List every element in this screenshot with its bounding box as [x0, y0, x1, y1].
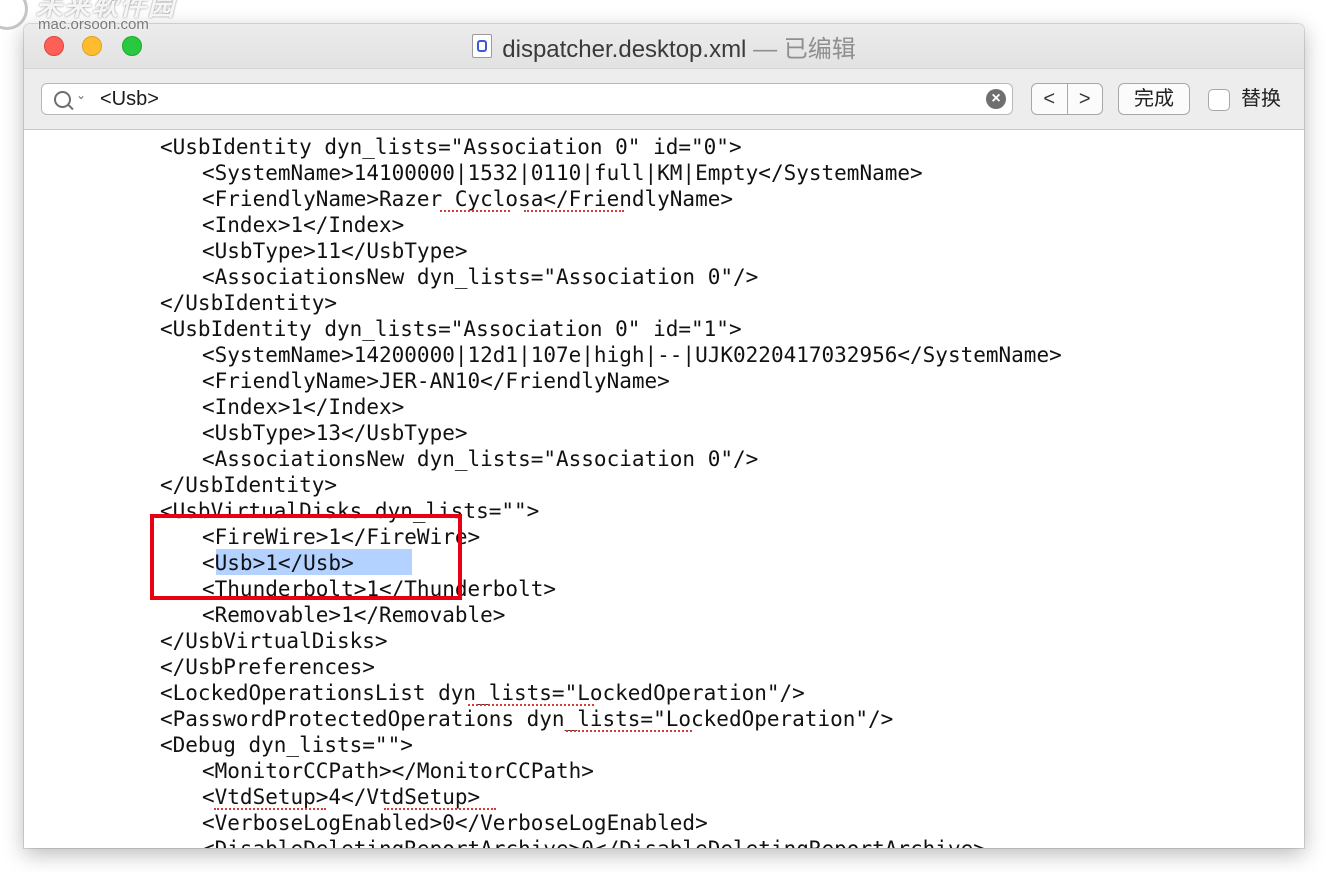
- code-line: <MonitorCCPath></MonitorCCPath>: [202, 759, 594, 783]
- code-line: <VerboseLogEnabled>0</VerboseLogEnabled>: [202, 811, 708, 835]
- spellcheck-underline: [440, 208, 510, 212]
- code-line: <SystemName>14200000|12d1|107e|high|--|U…: [202, 343, 1062, 367]
- done-button[interactable]: 完成: [1118, 83, 1190, 115]
- title-bar[interactable]: dispatcher.desktop.xml — 已编辑: [24, 24, 1304, 68]
- search-options-chevron-icon[interactable]: ⌄: [76, 88, 86, 102]
- spellcheck-underline: [524, 208, 624, 212]
- code-line: <UsbType>13</UsbType>: [202, 421, 468, 445]
- watermark-url: mac.orsoon.com: [38, 16, 149, 33]
- code-line: </UsbIdentity>: [160, 291, 338, 315]
- xml-document-icon[interactable]: [472, 34, 493, 58]
- spellcheck-underline: [214, 806, 326, 810]
- code-line: <SystemName>14100000|1532|0110|full|KM|E…: [202, 161, 923, 185]
- code-line: <UsbType>11</UsbType>: [202, 239, 468, 263]
- code-line: </UsbVirtualDisks>: [160, 629, 388, 653]
- code-line: <PasswordProtectedOperations dyn_lists="…: [160, 707, 894, 731]
- match-navigation: < >: [1031, 83, 1103, 115]
- search-input[interactable]: <Usb>: [100, 84, 159, 114]
- code-line: <Index>1</Index>: [202, 395, 405, 419]
- code-line: <UsbIdentity dyn_lists="Association 0" i…: [160, 317, 742, 341]
- search-field[interactable]: ⌄ <Usb> ×: [41, 83, 1013, 115]
- next-match-button[interactable]: >: [1068, 84, 1103, 114]
- code-line: </UsbIdentity>: [160, 473, 338, 497]
- code-line: <AssociationsNew dyn_lists="Association …: [202, 265, 759, 289]
- find-bar: ⌄ <Usb> × < > 完成 替换: [24, 68, 1304, 130]
- code-line: <DisableDeletingReportArchive>0</Disable…: [202, 836, 986, 848]
- code-line: <Index>1</Index>: [202, 213, 405, 237]
- spellcheck-underline: [566, 728, 692, 732]
- watermark-logo-icon: [0, 0, 28, 30]
- code-line: <Removable>1</Removable>: [202, 603, 506, 627]
- window-title-group: dispatcher.desktop.xml — 已编辑: [24, 32, 1304, 63]
- code-line: <FriendlyName>JER-AN10</FriendlyName>: [202, 369, 670, 393]
- search-icon[interactable]: [54, 91, 71, 108]
- window-title: dispatcher.desktop.xml — 已编辑: [502, 29, 855, 64]
- spellcheck-underline: [468, 702, 594, 706]
- replace-label: 替换: [1241, 88, 1281, 110]
- watermark: 未来软件园 mac.orsoon.com: [0, 0, 216, 46]
- clear-search-icon[interactable]: ×: [986, 89, 1006, 109]
- edited-status: — 已编辑: [753, 35, 856, 63]
- text-editor-area[interactable]: <UsbIdentity dyn_lists="Association 0" i…: [24, 130, 1304, 848]
- spellcheck-underline: [384, 806, 496, 810]
- code-line: </UsbPreferences>: [160, 655, 375, 679]
- annotation-red-box: [150, 514, 462, 600]
- previous-match-button[interactable]: <: [1032, 84, 1068, 114]
- replace-checkbox[interactable]: [1208, 89, 1230, 111]
- code-line: <UsbIdentity dyn_lists="Association 0" i…: [160, 135, 742, 159]
- document-name: dispatcher.desktop.xml: [502, 35, 747, 63]
- text-editor-window: dispatcher.desktop.xml — 已编辑 ⌄ <Usb> × <…: [24, 24, 1304, 848]
- code-line: <Debug dyn_lists="">: [160, 733, 413, 757]
- code-line: <AssociationsNew dyn_lists="Association …: [202, 447, 759, 471]
